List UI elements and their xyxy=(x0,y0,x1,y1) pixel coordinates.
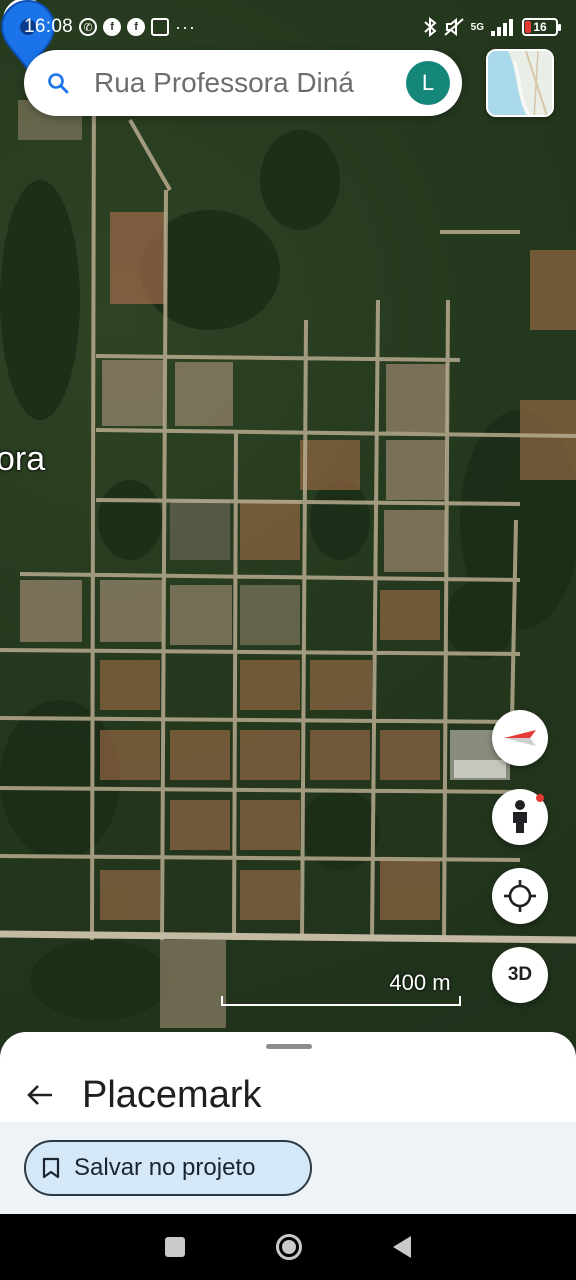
battery-level: 16 xyxy=(533,20,547,34)
place-label[interactable]: ora xyxy=(0,440,45,479)
scale-label: 400 m xyxy=(389,970,451,995)
layers-button[interactable] xyxy=(486,49,554,117)
map-imagery xyxy=(0,59,576,1028)
layers-thumbnail-icon xyxy=(488,51,552,115)
avatar[interactable]: L xyxy=(406,61,450,105)
search-input[interactable]: Rua Professora Diná xyxy=(94,67,406,99)
back-icon[interactable] xyxy=(392,1236,411,1258)
status-right: 5G 16 xyxy=(423,17,561,37)
scale-bar xyxy=(221,996,461,1006)
home-icon[interactable] xyxy=(275,1234,302,1260)
bottom-sheet[interactable]: Placemark Salvar no projeto xyxy=(0,1032,576,1214)
network-type: 5G xyxy=(470,21,484,33)
notification-dot xyxy=(536,794,544,802)
3d-button[interactable]: 3D xyxy=(492,947,548,1003)
facebook-icon: f xyxy=(103,18,122,36)
main-road xyxy=(0,930,576,944)
bookmark-icon xyxy=(42,1157,60,1179)
pegman-icon xyxy=(513,800,527,833)
more-dots-icon: ··· xyxy=(175,16,197,37)
compass-button[interactable] xyxy=(492,710,548,766)
back-arrow-icon xyxy=(27,1085,52,1105)
status-time: 16:08 xyxy=(24,16,74,37)
drag-handle[interactable] xyxy=(266,1044,312,1049)
compass-icon xyxy=(504,730,536,746)
battery-icon: 16 xyxy=(522,18,561,36)
signal-icon xyxy=(491,19,513,36)
back-button[interactable] xyxy=(20,1075,60,1115)
bluetooth-icon xyxy=(423,17,437,37)
sheet-header: Placemark xyxy=(0,1070,576,1120)
mute-icon xyxy=(443,17,464,37)
street-view-button[interactable] xyxy=(492,789,548,845)
status-left: 16:08 ✆ f f ··· xyxy=(24,16,196,38)
save-to-project-button[interactable]: Salvar no projeto xyxy=(24,1140,312,1196)
facebook-icon-2: f xyxy=(127,18,146,36)
crosshair-icon xyxy=(504,880,536,912)
sheet-title: Placemark xyxy=(82,1073,262,1116)
recents-icon[interactable] xyxy=(165,1237,186,1257)
search-icon xyxy=(48,73,69,94)
navigation-bar xyxy=(0,1214,576,1280)
search-bar[interactable]: Rua Professora Diná L xyxy=(24,50,462,116)
status-bar: 16:08 ✆ f f ··· 5G 16 xyxy=(0,0,576,54)
whatsapp-icon: ✆ xyxy=(79,18,98,36)
satellite-map[interactable]: ora xyxy=(0,0,576,1060)
warehouse-roof xyxy=(454,760,506,778)
photo-icon xyxy=(151,18,170,36)
save-button-label: Salvar no projeto xyxy=(74,1154,256,1181)
my-location-button[interactable] xyxy=(492,868,548,924)
sheet-body: Salvar no projeto xyxy=(0,1122,576,1214)
